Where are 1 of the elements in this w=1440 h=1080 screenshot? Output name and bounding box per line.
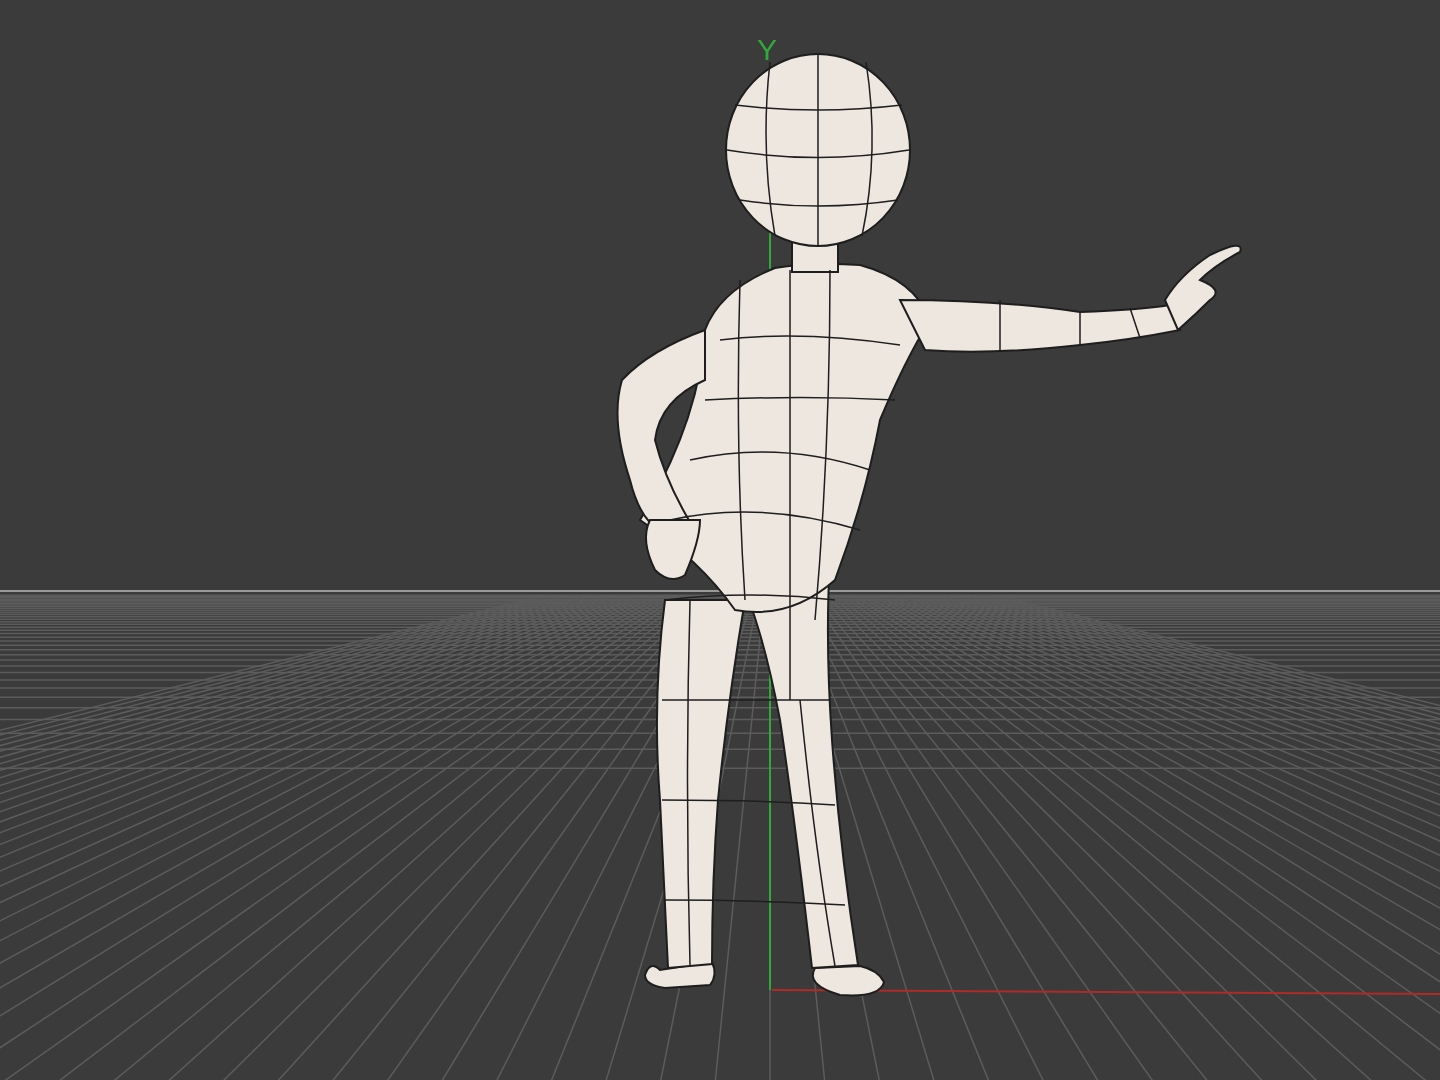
y-axis-label: Y — [757, 33, 777, 66]
